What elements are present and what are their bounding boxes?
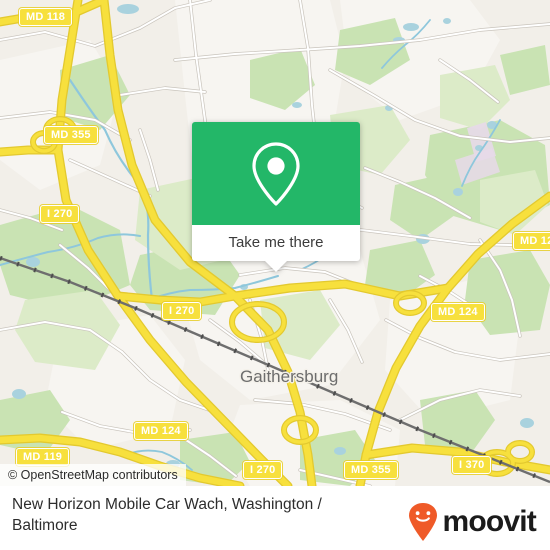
take-me-there-label: Take me there xyxy=(228,234,324,251)
highway-shield: MD 124 xyxy=(431,303,485,321)
place-title: New Horizon Mobile Car Wach, Washington … xyxy=(12,496,322,534)
moovit-wordmark: moovit xyxy=(442,505,536,538)
highway-shield: I 370 xyxy=(452,456,492,474)
highway-shield: MD 124 xyxy=(134,422,188,440)
popup-footer[interactable]: Take me there xyxy=(192,225,360,261)
popup-pointer xyxy=(265,261,287,272)
highway-shield: MD 355 xyxy=(44,126,98,144)
highway-shield: I 270 xyxy=(243,461,283,479)
popup-header xyxy=(192,122,360,225)
map-screenshot-root: Gaithersburg MD 118 MD 355 I 270 I 270 M… xyxy=(0,0,550,550)
moovit-pin-icon xyxy=(409,503,438,541)
highway-shield: I 270 xyxy=(40,205,80,223)
map-canvas[interactable]: Gaithersburg MD 118 MD 355 I 270 I 270 M… xyxy=(0,0,550,486)
moovit-brand[interactable]: moovit xyxy=(406,502,537,542)
highway-shield: MD 118 xyxy=(19,8,73,26)
page-footer: New Horizon Mobile Car Wach, Washington … xyxy=(0,486,550,550)
map-pin-icon xyxy=(252,141,300,206)
location-popup-card[interactable]: Take me there xyxy=(192,122,360,272)
highway-shield: I 270 xyxy=(162,302,202,320)
place-label-gaithersburg: Gaithersburg xyxy=(240,367,339,386)
highway-shield: MD 355 xyxy=(344,461,398,479)
map-attribution[interactable]: © OpenStreetMap contributors xyxy=(0,464,186,486)
highway-shield: MD 124 xyxy=(513,232,550,250)
attribution-text: © OpenStreetMap contributors xyxy=(8,468,178,482)
